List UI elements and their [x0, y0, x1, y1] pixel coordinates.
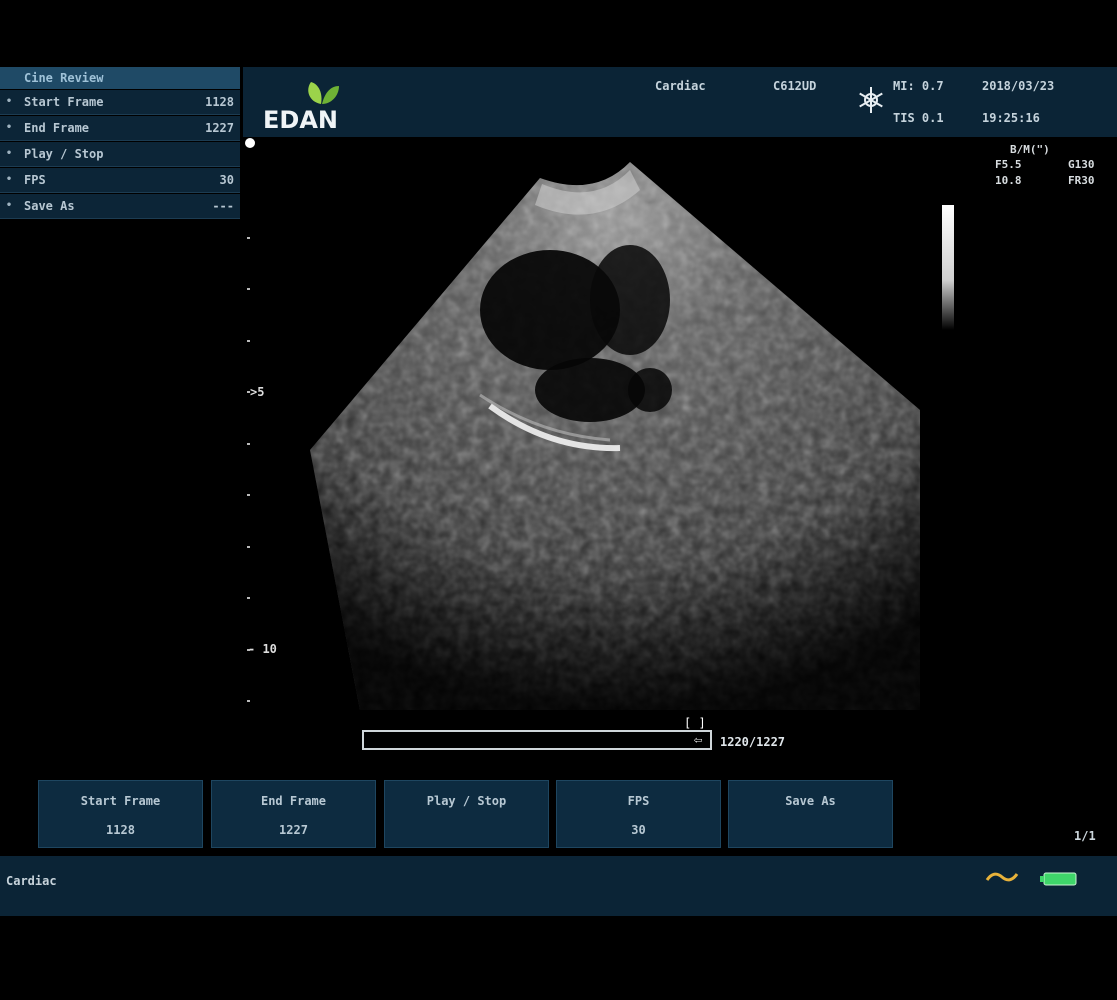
ultrasound-image	[310, 162, 920, 710]
menu-item-label: FPS	[24, 173, 46, 187]
menu-item-label: Play / Stop	[24, 147, 104, 161]
depth-tick	[247, 494, 250, 496]
menu-item-play-stop[interactable]: • Play / Stop	[0, 142, 240, 167]
depth-tick	[247, 339, 250, 342]
menu-item-save-as[interactable]: • Save As ---	[0, 194, 240, 219]
edan-logo: EDAN	[263, 78, 363, 134]
leaf-icon	[308, 82, 339, 104]
menu-item-start-frame[interactable]: • Start Frame 1128	[0, 90, 240, 115]
frame-rate-value: FR30	[1068, 174, 1095, 187]
mode-label: B/M(")	[1010, 143, 1050, 156]
softkey-fps[interactable]: FPS 30	[556, 780, 721, 848]
exam-type: Cardiac	[655, 79, 706, 93]
menu-item-label: Start Frame	[24, 95, 104, 109]
grayscale-bar	[942, 205, 954, 330]
focus-marker-icon	[245, 138, 255, 148]
bullet-icon: •	[6, 122, 13, 133]
menu-item-value: 1128	[205, 95, 234, 109]
softkey-label: FPS	[627, 794, 650, 808]
frame-counter: 1220/1227	[720, 735, 786, 749]
probe-name: C612UD	[773, 79, 817, 93]
depth-tick	[247, 545, 250, 548]
menu-item-end-frame[interactable]: • End Frame 1227	[0, 116, 240, 141]
depth-label-5: >5	[250, 385, 265, 399]
softkey-value: 30	[631, 823, 646, 837]
bullet-icon: •	[6, 148, 13, 159]
power-wave-icon	[985, 872, 1019, 882]
depth-tick	[247, 236, 250, 239]
menu-item-fps[interactable]: • FPS 30	[0, 168, 240, 193]
softkey-label: Start Frame	[80, 794, 161, 808]
softkey-label: End Frame	[260, 794, 327, 808]
bullet-icon: •	[6, 96, 13, 107]
bullet-icon: •	[6, 174, 13, 185]
status-exam-type: Cardiac	[6, 874, 57, 888]
thermal-index: TIS 0.1	[893, 111, 944, 125]
frequency-value: F5.5	[995, 158, 1022, 171]
header-bar	[243, 67, 1117, 137]
exam-time: 19:25:16	[982, 111, 1040, 125]
softkey-save-as[interactable]: Save As	[728, 780, 893, 848]
cine-review-menu: Cine Review • Start Frame 1128 • End Fra…	[0, 67, 240, 219]
gain-value: G130	[1068, 158, 1095, 171]
softkey-value: 1227	[279, 823, 308, 837]
cine-progress-fill	[364, 732, 707, 748]
softkey-start-frame[interactable]: Start Frame 1128	[38, 780, 203, 848]
menu-item-value: 30	[219, 173, 234, 187]
menu-item-value: 1227	[205, 121, 234, 135]
softkey-value: 1128	[106, 823, 135, 837]
cine-progress-bar[interactable]	[362, 730, 712, 750]
cine-review-title: Cine Review	[0, 67, 240, 89]
depth-tick	[247, 288, 250, 290]
battery-icon	[1040, 872, 1077, 886]
softkey-end-frame[interactable]: End Frame 1227	[211, 780, 376, 848]
depth-label-10: - 10	[248, 642, 277, 656]
softkey-label: Save As	[785, 794, 836, 808]
freeze-snowflake-icon	[857, 86, 885, 114]
depth-tick	[247, 442, 250, 445]
depth-scale	[240, 135, 280, 702]
menu-item-value: ---	[212, 199, 234, 213]
page-indicator: 1/1	[1074, 829, 1096, 843]
frame-bracket-icon: [ ]	[684, 716, 706, 730]
status-bar	[0, 856, 1117, 916]
menu-item-label: Save As	[24, 199, 75, 213]
menu-item-label: End Frame	[24, 121, 90, 135]
mechanical-index: MI: 0.7	[893, 79, 944, 93]
logo-text: EDAN	[263, 106, 338, 134]
depth-value: 10.8	[995, 174, 1022, 187]
depth-tick	[247, 700, 250, 702]
softkey-label: Play / Stop	[426, 794, 507, 808]
cine-handle-arrow-icon[interactable]: ⇦	[694, 733, 708, 747]
softkey-play-stop[interactable]: Play / Stop	[384, 780, 549, 848]
depth-tick	[247, 597, 250, 599]
exam-date: 2018/03/23	[982, 79, 1055, 93]
bullet-icon: •	[6, 200, 13, 211]
